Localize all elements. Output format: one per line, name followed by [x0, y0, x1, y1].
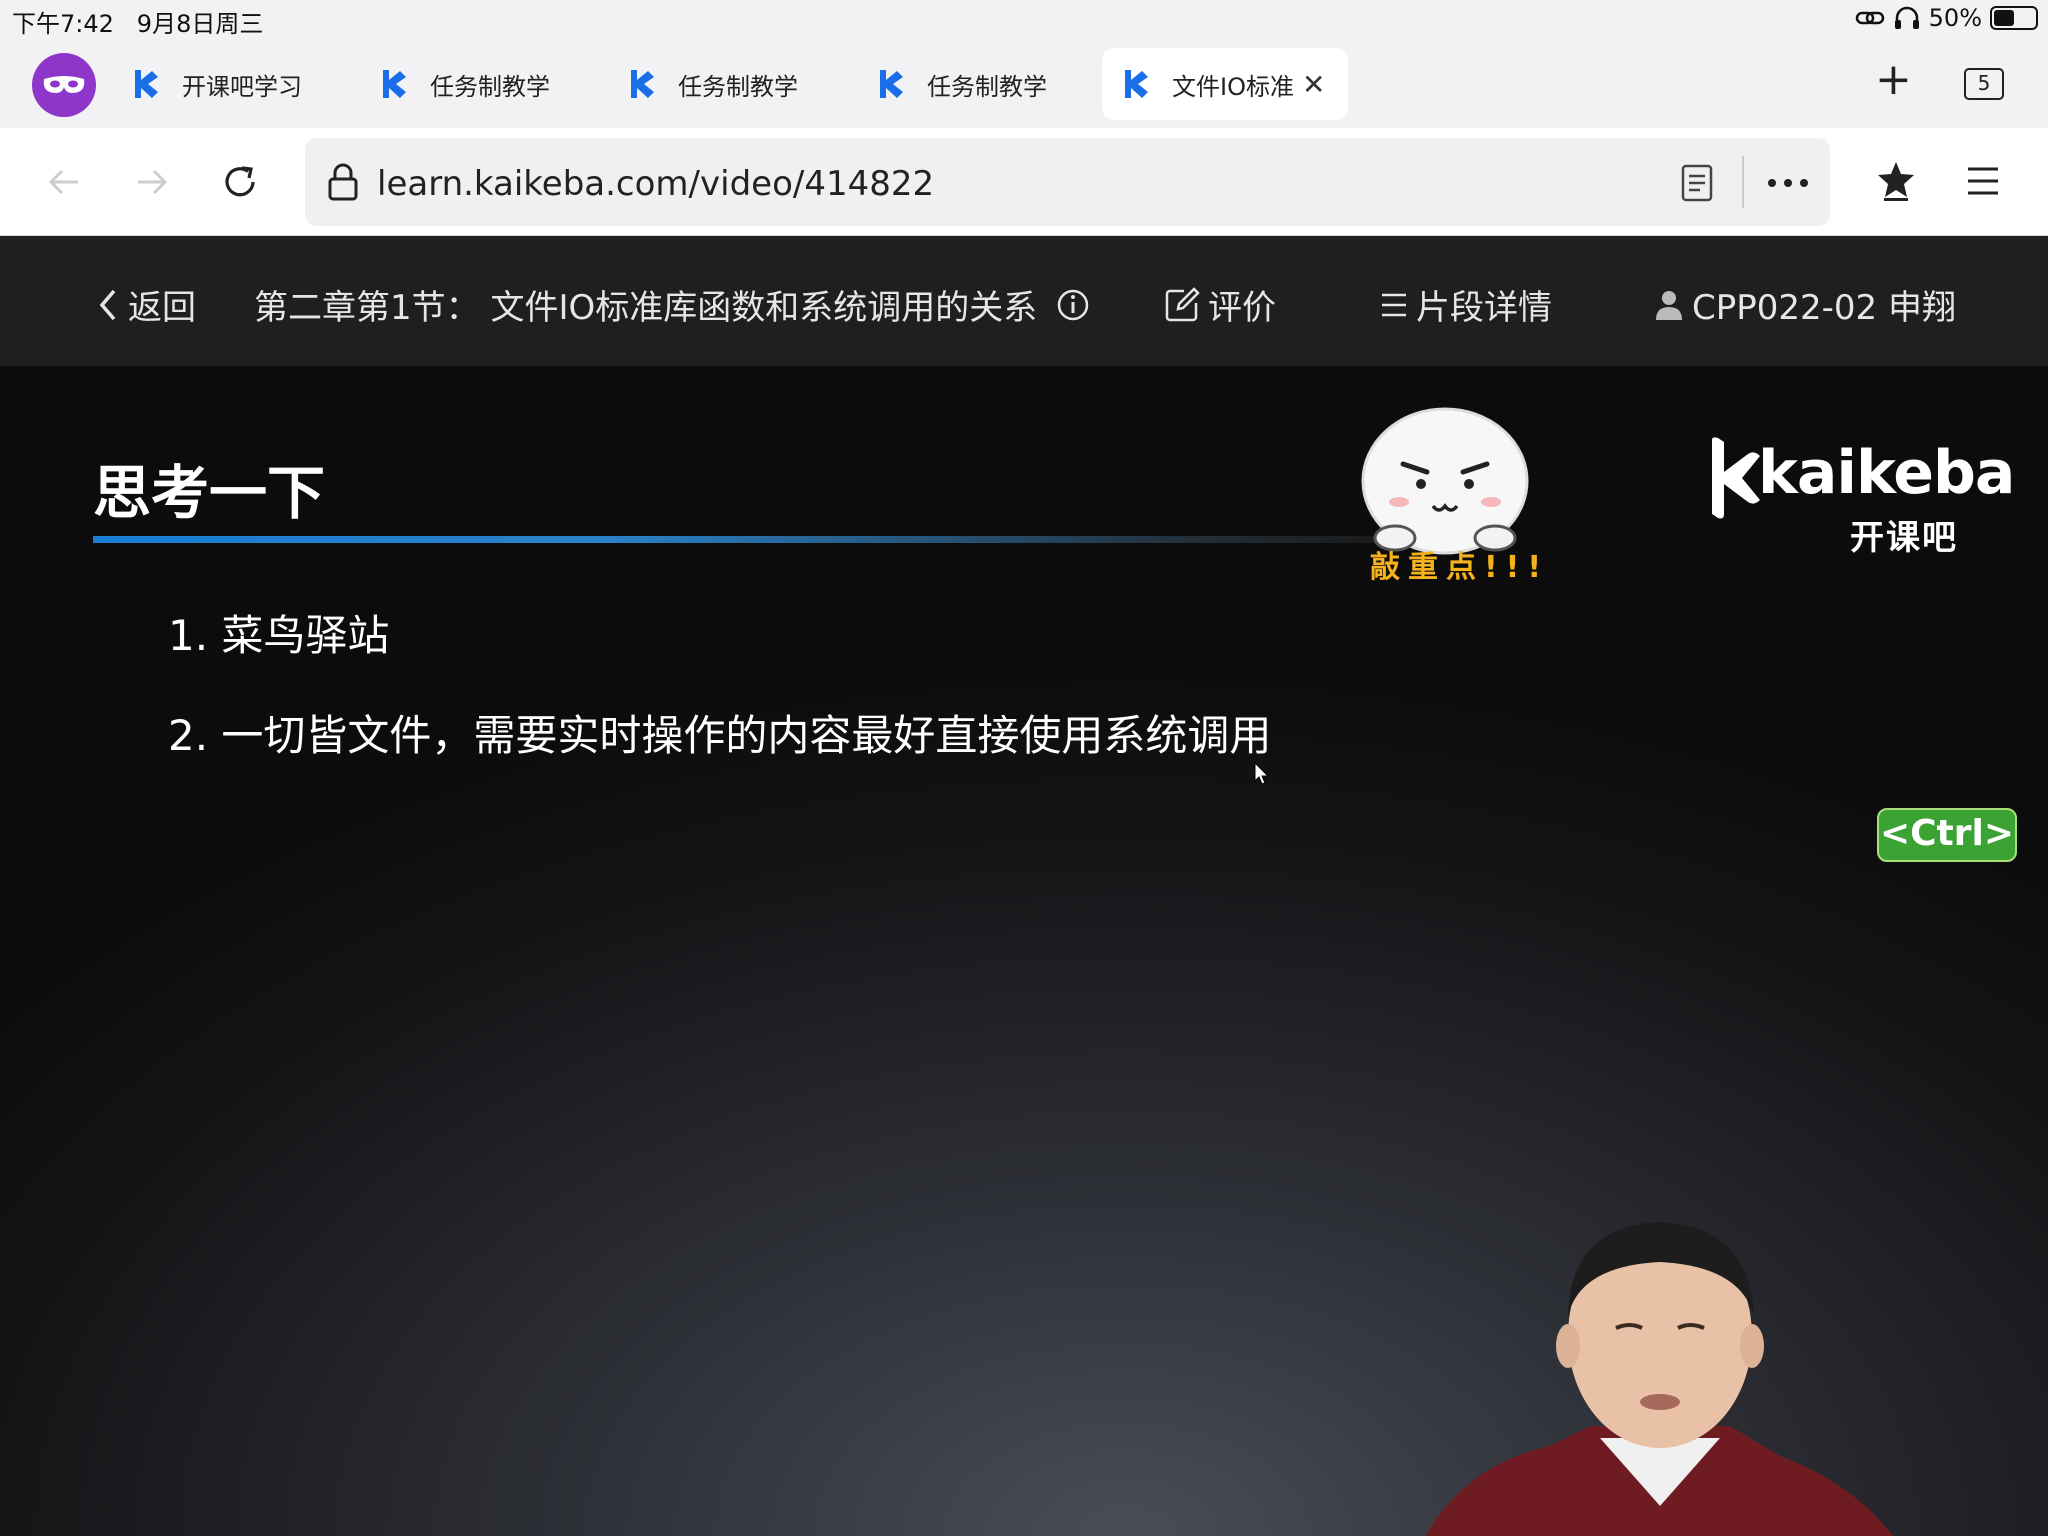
favorites-star-icon[interactable]: [1876, 160, 1916, 202]
profile-avatar[interactable]: [32, 53, 96, 117]
mask-icon: [43, 76, 85, 93]
tab-count-button[interactable]: 5: [1964, 68, 2004, 100]
tab-4[interactable]: 任务制教学: [857, 48, 1067, 120]
back-button[interactable]: 返回: [96, 280, 196, 329]
edit-icon: [1165, 286, 1200, 321]
ctrl-key-badge: <Ctrl>: [1877, 808, 2017, 862]
status-time: 下午7:42 9月8日周三: [12, 4, 263, 39]
list-icon: [1382, 293, 1406, 316]
more-options-icon[interactable]: [1767, 178, 1809, 188]
logo-subtext: 开课吧: [1850, 518, 1958, 558]
segments-button[interactable]: 片段详情: [1380, 280, 1552, 329]
kaikeba-favicon-icon: [383, 70, 406, 98]
sticker-label: 敲重点!!!: [1370, 550, 1550, 585]
address-separator: [1742, 156, 1744, 208]
info-icon[interactable]: [1055, 287, 1091, 323]
slide-title: 思考一下: [93, 459, 326, 527]
address-bar[interactable]: learn.kaikeba.com/video/414822: [305, 138, 1830, 226]
tab-strip: 开课吧学习 任务制教学 任务制教学 任务制教学 文件IO标准 ✕ + 5: [0, 38, 2048, 128]
logo-text: kaikeba: [1758, 438, 2015, 508]
kaikeba-favicon-icon: [1125, 70, 1148, 98]
reload-icon[interactable]: [220, 162, 260, 202]
kaikeba-favicon-icon: [135, 70, 158, 98]
kaikeba-favicon-icon: [880, 70, 903, 98]
mouse-cursor-icon: [1254, 762, 1270, 785]
tab-label: 开课吧学习: [182, 72, 302, 101]
close-tab-icon[interactable]: ✕: [1302, 68, 1325, 101]
lock-icon: [328, 163, 358, 201]
tab-label: 任务制教学: [430, 72, 550, 101]
review-button[interactable]: 评价: [1164, 280, 1276, 329]
tab-2[interactable]: 任务制教学: [360, 48, 570, 120]
user-label: CPP022-02 申翔: [1692, 288, 1956, 328]
user-info[interactable]: CPP022-02 申翔: [1654, 280, 1956, 329]
tab-1[interactable]: 开课吧学习: [112, 48, 322, 120]
tab-3[interactable]: 任务制教学: [608, 48, 818, 120]
chevron-left-icon: [99, 289, 116, 320]
battery-fill: [1994, 10, 2014, 26]
lesson-title-text: 第二章第1节： 文件IO标准库函数和系统调用的关系: [254, 288, 1038, 328]
status-date-text: 9月8日周三: [136, 10, 264, 38]
user-icon: [1656, 290, 1682, 320]
kaikeba-logo: kaikeba 开课吧: [1708, 434, 2015, 558]
video-header: 返回 第二章第1节： 文件IO标准库函数和系统调用的关系 评价 片段详情 CPP…: [0, 236, 2048, 366]
tab-label: 任务制教学: [927, 72, 1047, 101]
segments-label: 片段详情: [1416, 288, 1552, 328]
slide-item-2: 2. 一切皆文件，需要实时操作的内容最好直接使用系统调用: [168, 711, 1272, 760]
kaikeba-favicon-icon: [631, 70, 654, 98]
new-tab-icon[interactable]: +: [1875, 58, 1912, 102]
back-arrow-icon[interactable]: [44, 162, 84, 202]
slide-item-1: 1. 菜鸟驿站: [168, 611, 390, 660]
back-label: 返回: [128, 288, 196, 328]
link-icon: [1855, 11, 1884, 25]
status-time-text: 下午7:42: [12, 10, 114, 38]
tab-label: 文件IO标准: [1172, 72, 1294, 101]
forward-arrow-icon[interactable]: [132, 162, 172, 202]
navigation-bar: learn.kaikeba.com/video/414822: [0, 128, 2048, 236]
battery-icon: [1990, 6, 2038, 30]
menu-icon[interactable]: [1966, 166, 2000, 196]
status-bar: 下午7:42 9月8日周三 50%: [0, 0, 2048, 38]
battery-percent: 50%: [1928, 4, 1982, 32]
status-right: 50%: [1855, 4, 2038, 32]
video-player[interactable]: 思考一下 1. 菜鸟驿站 2. 一切皆文件，需要实时操作的内容最好直接使用系统调…: [0, 366, 2048, 1536]
tab-label: 任务制教学: [678, 72, 798, 101]
tab-5-active[interactable]: 文件IO标准 ✕: [1102, 48, 1348, 120]
title-underline: [93, 536, 1383, 543]
presenter-video: [1425, 1222, 1893, 1536]
url-text: learn.kaikeba.com/video/414822: [377, 164, 935, 204]
review-label: 评价: [1208, 288, 1276, 328]
lesson-title: 第二章第1节： 文件IO标准库函数和系统调用的关系: [254, 280, 1091, 329]
headphones-icon: [1894, 6, 1919, 29]
reader-mode-icon[interactable]: [1680, 164, 1714, 202]
